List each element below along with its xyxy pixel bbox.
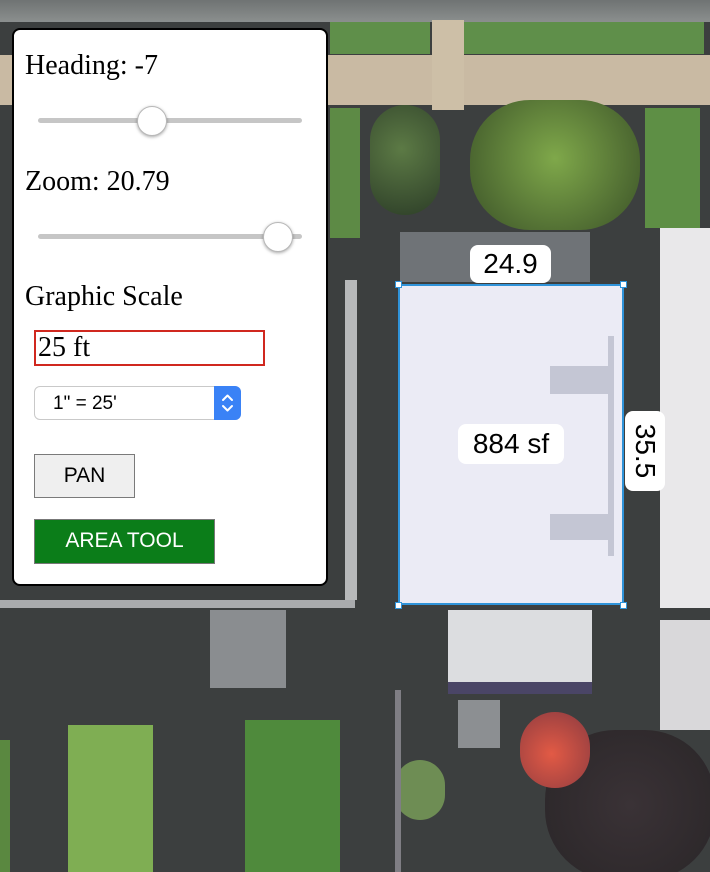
polygon-vertex-handle[interactable] — [395, 602, 402, 609]
tree — [470, 100, 640, 230]
lawn — [645, 108, 700, 228]
lawn — [464, 22, 704, 54]
heading-slider[interactable] — [38, 106, 302, 136]
zoom-label: Zoom: 20.79 — [25, 166, 170, 197]
backyard-lawn — [245, 720, 340, 872]
fence — [0, 600, 355, 608]
area-label: 884 sf — [458, 424, 564, 464]
neighbor-house-roof — [660, 228, 710, 608]
front-walkway — [432, 20, 464, 110]
heading-label: Heading: -7 — [25, 50, 158, 81]
width-dimension-label: 24.9 — [470, 245, 551, 283]
backyard-lawn — [0, 740, 10, 872]
height-dimension-label: 35.5 — [625, 411, 665, 491]
polygon-vertex-handle[interactable] — [620, 602, 627, 609]
chevron-up-down-icon[interactable] — [214, 386, 241, 420]
fence — [345, 280, 357, 600]
heading-slider-thumb[interactable] — [136, 106, 167, 136]
red-umbrella — [520, 712, 590, 788]
graphic-scale-label: Graphic Scale — [25, 281, 183, 312]
polygon-vertex-handle[interactable] — [620, 281, 627, 288]
lawn — [330, 22, 430, 54]
street — [0, 0, 710, 22]
area-tool-button[interactable]: AREA TOOL — [34, 519, 215, 564]
polygon-vertex-handle[interactable] — [395, 281, 402, 288]
alley — [395, 690, 401, 872]
lawn — [330, 108, 360, 238]
shed-roof — [210, 610, 286, 688]
scale-input[interactable]: 25 ft — [34, 330, 265, 366]
control-panel: Heading: -7 Zoom: 20.79 Graphic Scale 25… — [12, 28, 328, 586]
roof-parapet — [608, 336, 614, 556]
garage-roof — [448, 610, 592, 685]
pan-button[interactable]: PAN — [34, 454, 135, 498]
scale-select[interactable]: 1" = 25' — [34, 386, 241, 420]
shrub — [370, 105, 440, 215]
neighbor-house-roof — [660, 620, 710, 730]
zoom-slider-thumb[interactable] — [263, 222, 294, 252]
roof-vent — [550, 514, 608, 540]
backyard-lawn — [68, 725, 153, 872]
zoom-slider[interactable] — [38, 222, 302, 252]
scale-select-value: 1" = 25' — [53, 393, 117, 414]
roof-vent — [550, 366, 608, 394]
shed-roof — [458, 700, 500, 748]
garage-edge — [448, 682, 592, 694]
heading-slider-track — [38, 118, 302, 123]
bush — [395, 760, 445, 820]
